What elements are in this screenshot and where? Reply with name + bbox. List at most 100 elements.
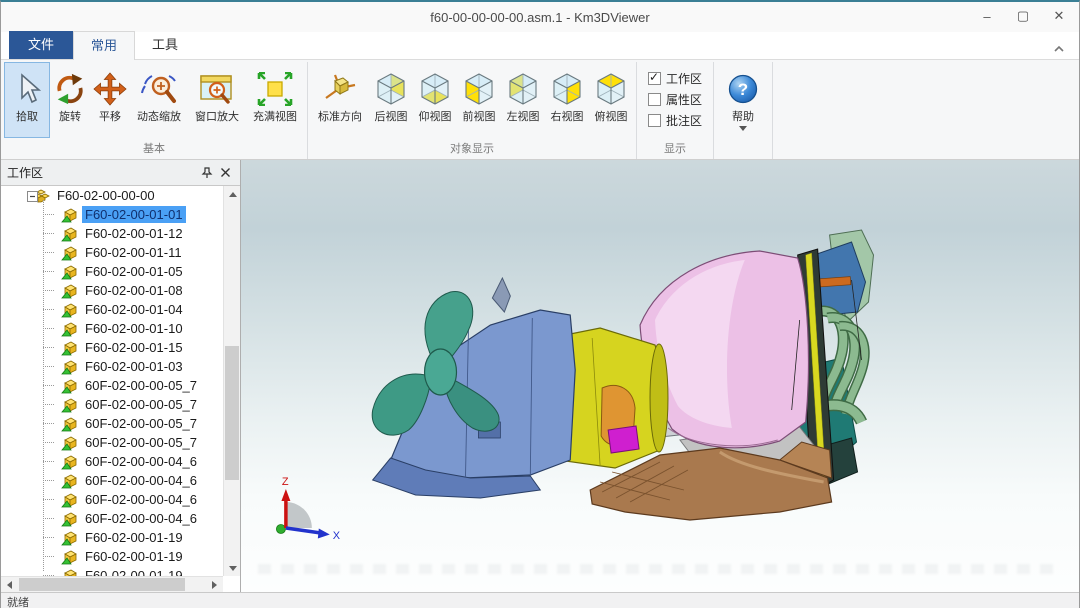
tab-file[interactable]: 文件 <box>9 31 73 59</box>
ribbon: 拾取 旋转 <box>1 60 1079 160</box>
maximize-icon[interactable]: ▢ <box>1005 2 1041 30</box>
tree-item[interactable]: F60-02-00-01-03 <box>1 357 223 376</box>
window-controls: – ▢ ✕ <box>969 2 1077 30</box>
part-icon <box>61 511 78 527</box>
tree-item[interactable]: F60-02-00-01-10 <box>1 319 223 338</box>
horizontal-scroll-thumb[interactable] <box>19 578 185 591</box>
tree-item[interactable]: F60-02-00-01-01 <box>1 205 223 224</box>
title-bar: f60-00-00-00-00.asm.1 - Km3DViewer – ▢ ✕ <box>1 2 1079 32</box>
watermark-band <box>258 564 1063 574</box>
ribbon-tab-row: 文件 常用 工具 <box>1 32 1079 60</box>
cube-top-icon <box>591 68 631 110</box>
pan-button[interactable]: 平移 <box>90 62 130 138</box>
collapse-expander-icon[interactable] <box>27 190 38 205</box>
part-icon <box>61 283 78 299</box>
tree-item[interactable]: F60-02-00-01-12 <box>1 224 223 243</box>
zoom-window-icon <box>198 68 236 110</box>
workspace-panel-header: 工作区 <box>1 160 240 186</box>
part-icon <box>61 302 78 318</box>
tree-item[interactable]: 60F-02-00-00-04_6 <box>1 490 223 509</box>
checkbox-icon <box>648 93 661 106</box>
rotate-icon <box>53 68 87 110</box>
tree-item[interactable]: 60F-02-00-00-05_7 <box>1 395 223 414</box>
tree-item[interactable]: F60-02-00-01-05 <box>1 262 223 281</box>
part-icon <box>61 397 78 413</box>
left-view-button[interactable]: 左视图 <box>501 62 545 138</box>
front-view-button[interactable]: 前视图 <box>457 62 501 138</box>
annotations-checkbox[interactable]: 批注区 <box>648 110 702 131</box>
vertical-scrollbar[interactable] <box>223 186 240 576</box>
window-zoom-button[interactable]: 窗口放大 <box>188 62 246 138</box>
tree-item[interactable]: 60F-02-00-00-04_6 <box>1 509 223 528</box>
tree-item[interactable]: 60F-02-00-00-05_7 <box>1 414 223 433</box>
standard-orientation-button[interactable]: 标准方向 <box>311 62 369 138</box>
tree-root[interactable]: F60-02-00-00-00 <box>1 186 223 205</box>
back-view-button[interactable]: 后视图 <box>369 62 413 138</box>
rotate-button[interactable]: 旋转 <box>50 62 90 138</box>
top-view-button[interactable]: 俯视图 <box>589 62 633 138</box>
tab-tools[interactable]: 工具 <box>135 31 195 59</box>
part-icon <box>61 340 78 356</box>
group-label-object-display: 对象显示 <box>311 141 633 159</box>
axis-z-label: Z <box>282 476 289 488</box>
close-icon[interactable]: ✕ <box>1041 2 1077 30</box>
status-bar: 就绪 <box>1 592 1079 608</box>
workspace-tree: F60-02-00-00-00 F60-02-00-01-01 F60-02-0 <box>1 186 240 592</box>
3d-model: Z X <box>241 160 1079 592</box>
tree-children: F60-02-00-01-01 F60-02-00-01-12 F60-02-0… <box>1 205 223 576</box>
horizontal-scrollbar[interactable] <box>1 576 223 592</box>
tree-item[interactable]: 60F-02-00-00-05_7 <box>1 376 223 395</box>
help-button[interactable]: ? 帮助 <box>717 62 769 138</box>
tree-item[interactable]: 60F-02-00-00-05_7 <box>1 433 223 452</box>
properties-checkbox[interactable]: 属性区 <box>648 89 702 110</box>
tab-home[interactable]: 常用 <box>73 31 135 60</box>
workspace-panel-title: 工作区 <box>7 164 198 181</box>
ribbon-group-help: ? 帮助 <box>714 62 773 159</box>
part-icon <box>61 454 78 470</box>
ribbon-group-display: 工作区 属性区 批注区 显示 <box>637 62 714 159</box>
dynamic-zoom-button[interactable]: 动态缩放 <box>130 62 188 138</box>
part-icon <box>61 530 78 546</box>
scroll-left-icon[interactable] <box>1 577 18 593</box>
tree-item[interactable]: F60-02-00-01-19 <box>1 566 223 576</box>
fit-view-button[interactable]: 充满视图 <box>246 62 304 138</box>
scroll-down-icon[interactable] <box>224 560 240 576</box>
tree-root-label: F60-02-00-00-00 <box>54 187 158 204</box>
pick-button[interactable]: 拾取 <box>4 62 50 138</box>
workspace-checkbox[interactable]: 工作区 <box>648 68 702 89</box>
tree-item[interactable]: F60-02-00-01-15 <box>1 338 223 357</box>
scroll-up-icon[interactable] <box>224 186 240 202</box>
part-icon <box>61 568 78 577</box>
vertical-scroll-thumb[interactable] <box>225 346 239 480</box>
checkbox-icon <box>648 114 661 127</box>
scroll-right-icon[interactable] <box>206 577 223 592</box>
close-panel-icon[interactable] <box>216 164 234 182</box>
part-icon <box>61 359 78 375</box>
minimize-icon[interactable]: – <box>969 2 1005 30</box>
part-icon <box>61 435 78 451</box>
bottom-view-button[interactable]: 仰视图 <box>413 62 457 138</box>
chevron-down-icon <box>739 126 747 131</box>
group-label-basic: 基本 <box>4 141 304 159</box>
axis-x-label: X <box>333 530 341 542</box>
tree-item[interactable]: F60-02-00-01-11 <box>1 243 223 262</box>
cube-back-icon <box>371 68 411 110</box>
pan-icon <box>93 68 127 110</box>
tree-item[interactable]: F60-02-00-01-04 <box>1 300 223 319</box>
part-icon <box>61 378 78 394</box>
right-view-button[interactable]: 右视图 <box>545 62 589 138</box>
workspace-panel: 工作区 <box>1 160 241 592</box>
tree-item[interactable]: 60F-02-00-00-04_6 <box>1 471 223 490</box>
help-icon: ? <box>727 68 759 110</box>
tree-item[interactable]: F60-02-00-01-19 <box>1 547 223 566</box>
ribbon-group-basic: 拾取 旋转 <box>1 62 308 159</box>
pin-icon[interactable] <box>198 164 216 182</box>
part-icon <box>61 264 78 280</box>
part-icon <box>61 321 78 337</box>
checkbox-checked-icon <box>648 72 661 85</box>
tree-item[interactable]: 60F-02-00-00-04_6 <box>1 452 223 471</box>
tree-item[interactable]: F60-02-00-01-08 <box>1 281 223 300</box>
collapse-ribbon-icon[interactable] <box>1053 40 1065 48</box>
viewport-3d[interactable]: Z X <box>241 160 1079 592</box>
tree-item[interactable]: F60-02-00-01-19 <box>1 528 223 547</box>
